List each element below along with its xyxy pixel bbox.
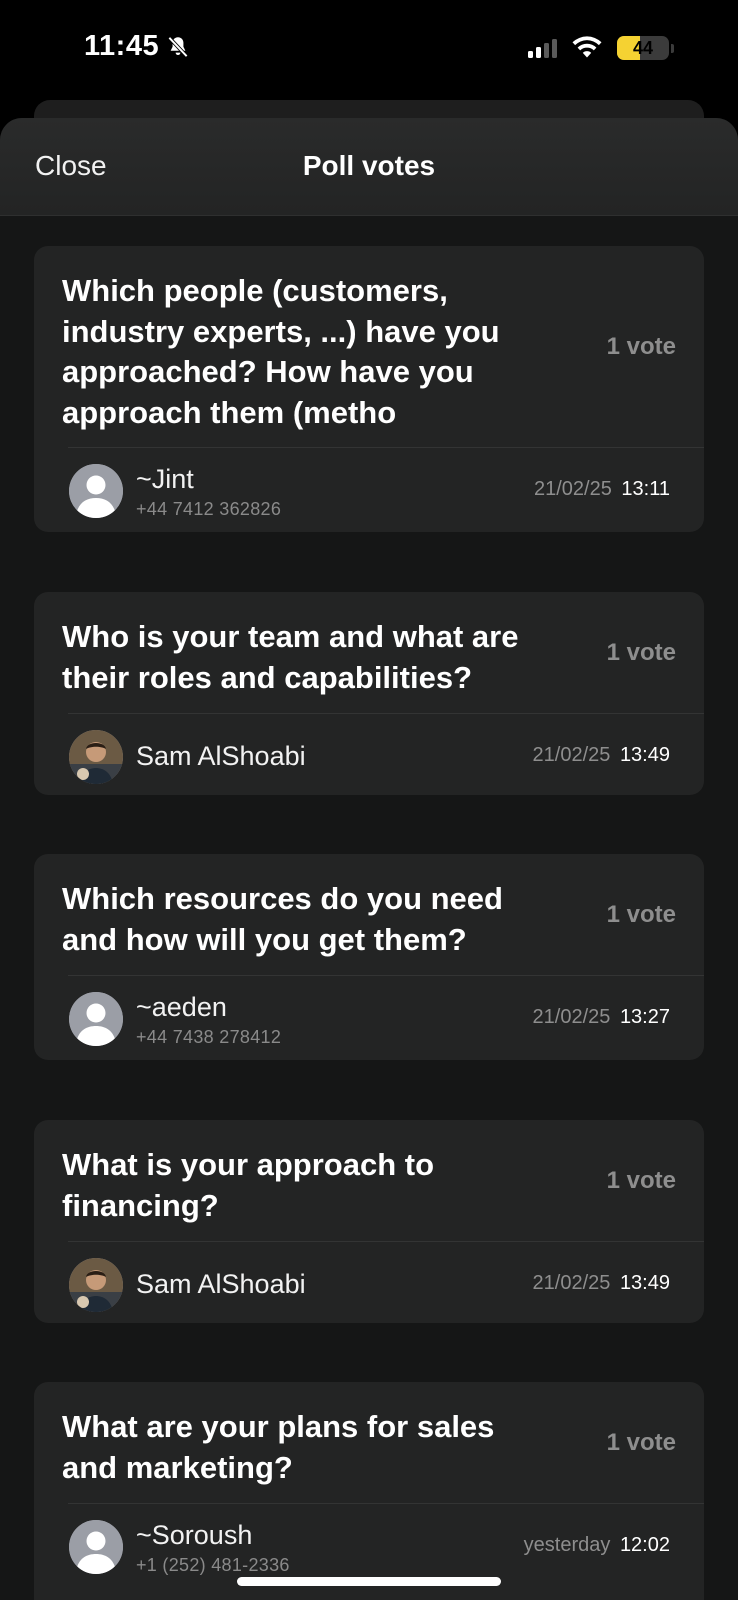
voter-row[interactable]: ~aeden +44 7438 278412 21/02/25 13:27 [34,976,704,1060]
voter-phone: +44 7412 362826 [136,499,282,519]
default-avatar-icon [69,464,123,518]
vote-count: 1 vote [606,1428,676,1456]
status-icons: 44 [528,36,674,60]
vote-count: 1 vote [606,900,676,928]
default-avatar-icon [69,1520,123,1574]
vote-timestamp: 21/02/25 13:49 [533,1272,670,1295]
vote-count: 1 vote [606,638,676,666]
vote-time: 12:02 [619,1534,670,1556]
vote-date: yesterday [523,1534,611,1556]
wifi-icon [572,36,602,58]
vote-time: 13:27 [619,1006,670,1028]
vote-date: 21/02/25 [532,744,611,766]
sheet-header: Close Poll votes [0,118,738,216]
voter-row[interactable]: Sam AlShoabi 21/02/25 13:49 [34,714,704,795]
poll-question: Who is your team and what are their role… [62,619,519,695]
vote-time: 13:11 [621,478,670,500]
battery-icon: 44 [617,36,669,60]
page-title: Poll votes [302,150,436,181]
vote-date: 21/02/25 [532,1272,611,1294]
voter-phone: +44 7438 278412 [136,1027,282,1047]
vote-count: 1 vote [606,332,676,360]
poll-option-card: Who is your team and what are their role… [34,592,704,795]
vote-date: 21/02/25 [532,1006,611,1028]
vote-timestamp: 21/02/25 13:11 [534,478,670,501]
vote-timestamp: 21/02/25 13:49 [533,744,670,767]
poll-question: What are your plans for sales and market… [62,1409,495,1485]
poll-option-header: Which people (customers, industry expert… [34,246,704,447]
poll-option-card: What are your plans for sales and market… [34,1382,704,1600]
voter-row[interactable]: ~Soroush +1 (252) 481-2336 yesterday 12:… [34,1504,704,1588]
battery-nub [671,43,674,53]
poll-option-header: What is your approach to financing? 1 vo… [34,1120,704,1241]
bell-slash-icon [168,36,189,57]
voter-row[interactable]: Sam AlShoabi 21/02/25 13:49 [34,1242,704,1323]
voter-name: ~Soroush [136,1520,253,1550]
vote-time: 13:49 [619,744,670,766]
voter-name: Sam AlShoabi [136,1269,306,1299]
vote-date: 21/02/25 [534,478,612,500]
voter-name: ~aeden [136,992,227,1022]
status-time: 11:45 [84,30,191,63]
poll-option-header: Which resources do you need and how will… [34,854,704,975]
poll-question: Which resources do you need and how will… [62,881,503,957]
vote-count: 1 vote [606,1166,676,1194]
home-indicator[interactable] [237,1577,501,1586]
poll-votes-sheet: Close Poll votes Which people (customers… [0,118,738,1600]
default-avatar-icon [69,992,123,1046]
poll-question: Which people (customers, industry expert… [62,273,500,430]
voter-name: Sam AlShoabi [136,741,306,771]
signal-icon [528,38,557,58]
clock-text: 11:45 [84,30,160,62]
voter-row[interactable]: ~Jint +44 7412 362826 21/02/25 13:11 [34,448,704,532]
status-bar: 11:45 44 [0,0,738,100]
vote-time: 13:49 [619,1272,670,1294]
photo-avatar [69,1258,123,1312]
vote-timestamp: 21/02/25 13:27 [533,1006,670,1029]
poll-option-card: Which resources do you need and how will… [34,854,704,1060]
battery-level: 44 [632,37,654,58]
voter-phone: +1 (252) 481-2336 [136,1555,290,1575]
vote-timestamp: yesterday 12:02 [524,1534,670,1557]
voter-name: ~Jint [136,464,194,494]
poll-option-header: What are your plans for sales and market… [34,1382,704,1503]
poll-question: What is your approach to financing? [62,1147,435,1223]
battery-group: 44 [617,36,674,60]
poll-option-header: Who is your team and what are their role… [34,592,704,713]
poll-option-card: Which people (customers, industry expert… [34,246,704,532]
photo-avatar [69,730,123,784]
poll-option-card: What is your approach to financing? 1 vo… [34,1120,704,1323]
